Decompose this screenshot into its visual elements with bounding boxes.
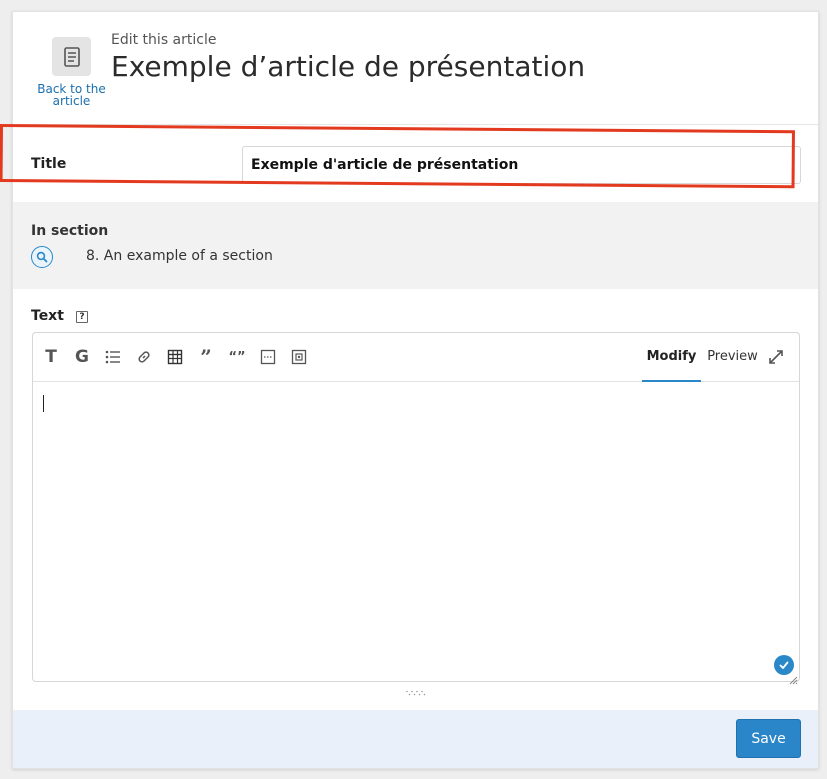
editor-toolbar: T G ” “” Modify Preview xyxy=(33,333,799,382)
back-to-article-link[interactable]: Back to the article xyxy=(33,37,110,107)
heading-icon[interactable]: T xyxy=(41,347,61,367)
help-icon[interactable]: ? xyxy=(76,311,88,323)
markdown-editor: T G ” “” Modify Preview xyxy=(32,332,800,685)
page-subtitle: Edit this article xyxy=(111,32,217,48)
table-icon[interactable] xyxy=(165,347,185,367)
code-block-icon[interactable] xyxy=(258,347,278,367)
quote-icon[interactable]: ” xyxy=(196,345,216,369)
text-caret xyxy=(43,395,44,412)
page-header: Back to the article Edit this article Ex… xyxy=(13,12,818,125)
link-icon[interactable] xyxy=(134,347,154,367)
text-label: Text xyxy=(31,308,64,324)
form-footer: Save xyxy=(13,710,818,768)
bold-icon[interactable]: G xyxy=(72,347,92,367)
expand-icon[interactable] xyxy=(766,347,786,367)
page-title: Exemple d’article de présentation xyxy=(111,50,586,83)
section-value: 8. An example of a section xyxy=(86,248,273,264)
title-label: Title xyxy=(31,156,67,172)
edit-article-card: Back to the article Edit this article Ex… xyxy=(12,11,819,769)
resize-grip-icon[interactable] xyxy=(788,670,798,685)
document-icon xyxy=(52,37,91,76)
back-link-label: Back to the article xyxy=(37,82,106,108)
section-field-row: In section 8. An example of a section xyxy=(13,202,818,289)
tab-modify[interactable]: Modify xyxy=(642,333,701,382)
list-icon[interactable] xyxy=(103,347,123,367)
save-button[interactable]: Save xyxy=(736,719,801,758)
inline-quote-icon[interactable]: “” xyxy=(227,347,247,367)
section-label: In section xyxy=(31,223,109,239)
title-field-row: Title xyxy=(13,126,818,202)
media-icon[interactable] xyxy=(289,347,309,367)
title-input[interactable] xyxy=(242,146,801,184)
search-icon[interactable] xyxy=(31,246,53,268)
tab-preview[interactable]: Preview xyxy=(706,333,759,382)
drag-handle-icon[interactable] xyxy=(405,681,427,696)
editor-text-area[interactable] xyxy=(33,382,799,681)
